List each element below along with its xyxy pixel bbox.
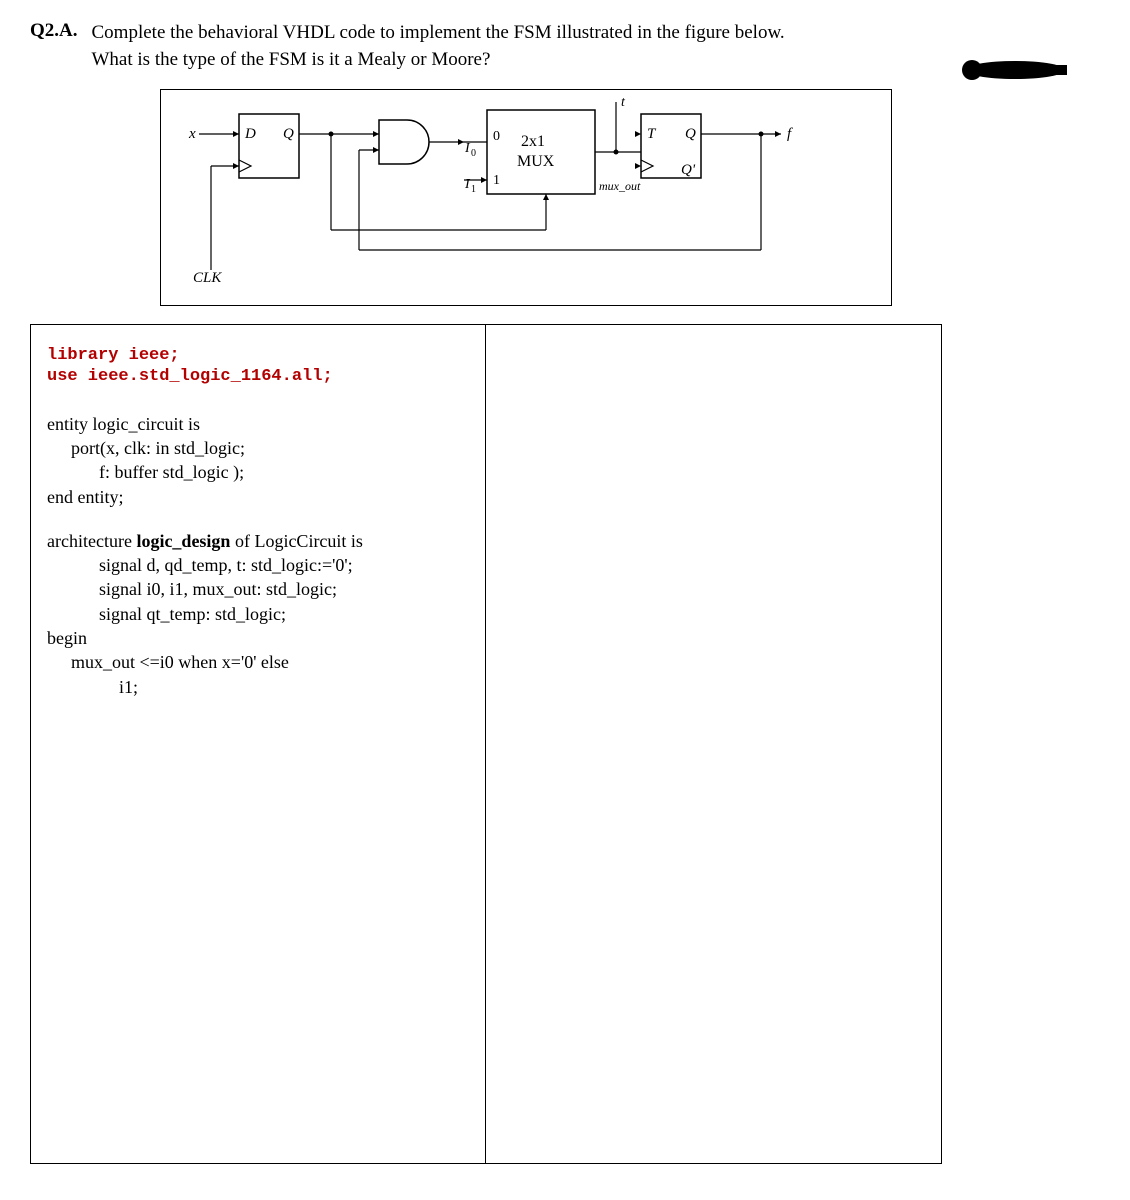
architecture-block: architecture logic_design of LogicCircui… (47, 529, 469, 699)
signal-line2: signal i0, i1, mux_out: std_logic; (47, 577, 469, 601)
arch-decl: architecture logic_design of LogicCircui… (47, 529, 469, 553)
mux-line1: mux_out <=i0 when x='0' else (47, 650, 469, 674)
signal-line1: signal d, qd_temp, t: std_logic:='0'; (47, 553, 469, 577)
answer-column-right (486, 325, 941, 1163)
q-d-label: Q (283, 126, 294, 142)
question-header: Q2.A. Complete the behavioral VHDL code … (30, 20, 1100, 73)
question-label: Q2.A. (30, 20, 78, 73)
clk-label: CLK (193, 270, 222, 286)
answer-box: library ieee; use ieee.std_logic_1164.al… (30, 324, 942, 1164)
circuit-figure: x D Q CLK (160, 89, 1100, 306)
Qt-label: Q (685, 126, 696, 142)
begin-line: begin (47, 626, 469, 650)
question-text: Complete the behavioral VHDL code to imp… (92, 20, 1101, 73)
Qtp-label: Q' (681, 162, 696, 178)
mux-2x1: 2x1 (521, 133, 545, 150)
mux-mux: MUX (517, 153, 555, 170)
library-block: library ieee; use ieee.std_logic_1164.al… (47, 345, 469, 388)
end-entity-line: end entity; (47, 485, 469, 509)
f-label: f (787, 126, 793, 142)
t-label: t (621, 95, 626, 110)
i1-sub: 1 (471, 184, 476, 195)
circuit-svg: x D Q CLK (161, 90, 891, 305)
mux-line2: i1; (47, 675, 469, 699)
zero-label: 0 (493, 129, 500, 144)
i1-label: I (464, 177, 471, 192)
entity-line: entity logic_circuit is (47, 412, 469, 436)
port-line: port(x, clk: in std_logic; (47, 436, 469, 460)
x-label: x (188, 126, 196, 142)
one-label: 1 (493, 173, 500, 188)
muxout-label: mux_out (599, 179, 641, 193)
question-line2: What is the type of the FSM is it a Meal… (92, 49, 491, 70)
i0-label: I (464, 141, 471, 156)
d-label: D (244, 126, 256, 142)
code-column: library ieee; use ieee.std_logic_1164.al… (31, 325, 486, 1163)
port-f-line: f: buffer std_logic ); (47, 460, 469, 484)
redaction-mark-icon (960, 55, 1070, 85)
signal-line3: signal qt_temp: std_logic; (47, 602, 469, 626)
entity-block: entity logic_circuit is port(x, clk: in … (47, 412, 469, 509)
i0-sub: 0 (471, 148, 476, 159)
question-line1: Complete the behavioral VHDL code to imp… (92, 22, 785, 43)
